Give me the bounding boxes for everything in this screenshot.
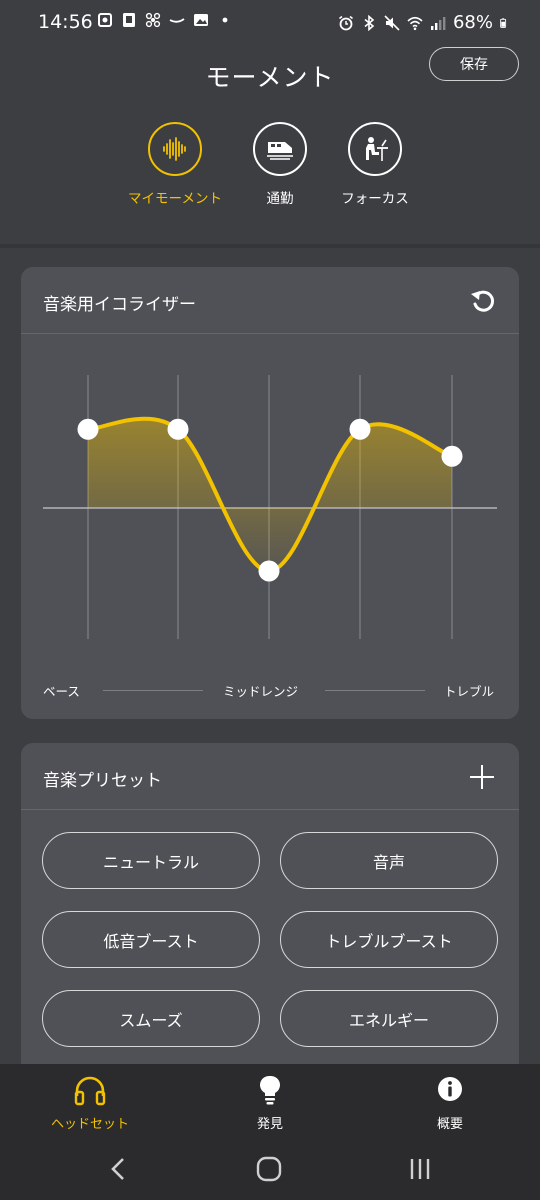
moment-icon-circle	[253, 122, 307, 176]
more-dot-icon	[222, 17, 228, 23]
band-handle-5[interactable]	[441, 445, 463, 467]
preset-energy-button[interactable]: エネルギー	[280, 990, 498, 1047]
nav-label: 発見	[256, 1117, 283, 1132]
band-label-line	[103, 690, 203, 691]
band-handle-4[interactable]	[349, 418, 371, 440]
preset-bass-boost-button[interactable]: 低音ブースト	[42, 911, 260, 968]
nav-discover[interactable]: 発見	[205, 1074, 335, 1132]
lightbulb-icon	[260, 1075, 280, 1105]
bluetooth-icon	[364, 14, 375, 31]
wifi-icon	[407, 16, 423, 30]
moment-label: フォーカス	[341, 191, 409, 207]
save-button[interactable]: 保存	[429, 47, 519, 81]
moment-icon-circle	[348, 122, 402, 176]
band-handle-3[interactable]	[258, 560, 280, 582]
presets-title: 音楽プリセット	[43, 771, 162, 791]
card-divider	[21, 809, 519, 810]
system-status-icons: 68%	[338, 12, 510, 33]
headphones-icon	[74, 1076, 106, 1106]
nav-overview[interactable]: 概要	[385, 1074, 515, 1132]
signal-icon	[430, 16, 446, 30]
app-notification-icon	[98, 13, 112, 27]
moment-my-moment[interactable]: マイモーメント	[115, 122, 235, 207]
desk-worker-icon	[366, 137, 388, 161]
band-handle-1[interactable]	[77, 418, 99, 440]
moment-icon-circle	[148, 122, 202, 176]
equalizer-graph[interactable]	[21, 267, 519, 667]
status-bar: 14:56 68%	[0, 0, 540, 46]
band-label-line	[325, 690, 425, 691]
add-preset-icon[interactable]	[469, 764, 495, 790]
preset-treble-boost-button[interactable]: トレブルブースト	[280, 911, 498, 968]
notification-icons	[97, 12, 233, 28]
nav-label: ヘッドセット	[50, 1117, 129, 1132]
equalizer-card: 音楽用イコライザー ベース ミッドレンジ トレブル	[21, 267, 519, 719]
band-label-treble: トレブル	[444, 684, 495, 699]
system-navigation-bar	[0, 1138, 540, 1200]
band-handle-2[interactable]	[167, 418, 189, 440]
amazon-notification-icon	[169, 18, 185, 23]
preset-neutral-button[interactable]: ニュートラル	[42, 832, 260, 889]
preset-smooth-button[interactable]: スムーズ	[42, 990, 260, 1047]
bottom-nav: ヘッドセット 発見 概要	[0, 1064, 540, 1138]
home-icon[interactable]	[254, 1156, 284, 1182]
band-label-bass: ベース	[43, 684, 80, 699]
equalizer-band-labels: ベース ミッドレンジ トレブル	[43, 681, 499, 701]
equalizer-fill	[88, 418, 452, 571]
moment-focus[interactable]: フォーカス	[315, 122, 435, 207]
band-label-mid: ミッドレンジ	[223, 684, 299, 699]
sound-wave-icon	[163, 137, 186, 161]
fan-notification-icon	[145, 12, 161, 28]
screenshot-notification-icon	[123, 13, 135, 27]
moment-label: マイモーメント	[128, 191, 222, 207]
recent-apps-icon[interactable]	[405, 1156, 435, 1182]
nav-headset[interactable]: ヘッドセット	[25, 1074, 155, 1132]
back-icon[interactable]	[104, 1156, 134, 1182]
train-icon	[267, 142, 293, 160]
battery-icon	[500, 17, 507, 28]
status-time: 14:56	[38, 11, 93, 33]
mute-icon	[384, 14, 400, 31]
nav-label: 概要	[436, 1117, 463, 1132]
alarm-icon	[338, 15, 353, 30]
battery-percent: 68%	[452, 12, 493, 33]
header-divider	[0, 244, 540, 248]
info-icon	[438, 1077, 462, 1101]
preset-voice-button[interactable]: 音声	[280, 832, 498, 889]
presets-card: 音楽プリセット ニュートラル 音声 低音ブースト トレブルブースト スムーズ エ…	[21, 743, 519, 1073]
image-notification-icon	[194, 14, 208, 26]
